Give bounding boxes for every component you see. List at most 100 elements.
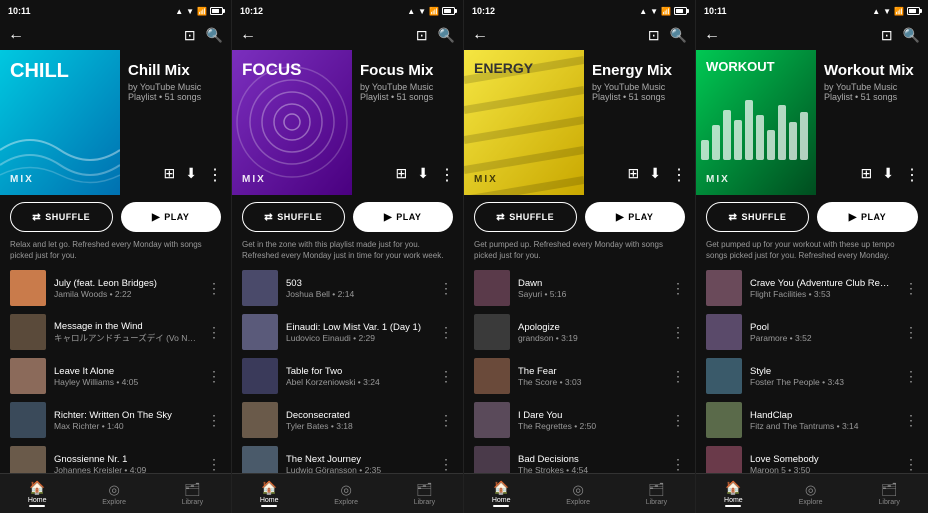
nav-icon: 🏠 — [261, 480, 277, 496]
more-options-icon[interactable]: ⋮ — [671, 165, 687, 185]
download-icon[interactable]: ⬇ — [185, 165, 197, 185]
track-more-icon[interactable]: ⋮ — [671, 368, 685, 385]
nav-item-home[interactable]: 🏠 Home — [724, 480, 743, 507]
cast-icon[interactable]: ⊡ — [416, 27, 428, 44]
more-options-icon[interactable]: ⋮ — [207, 165, 223, 185]
track-name: Style — [750, 366, 896, 377]
back-arrow[interactable]: ← — [240, 26, 256, 44]
track-more-icon[interactable]: ⋮ — [904, 412, 918, 429]
search-icon[interactable]: 🔍 — [438, 27, 455, 44]
hero-actions: ⊞ ⬇ ⋮ — [628, 165, 687, 185]
description: Get pumped up for your workout with thes… — [696, 239, 928, 266]
track-more-icon[interactable]: ⋮ — [207, 368, 221, 385]
track-more-icon[interactable]: ⋮ — [671, 412, 685, 429]
track-item[interactable]: The Fear The Score • 3:03 ⋮ — [464, 354, 695, 398]
track-item[interactable]: Gnossienne Nr. 1 Johannes Kreisler • 4:0… — [0, 442, 231, 473]
track-item[interactable]: Richter: Written On The Sky Max Richter … — [0, 398, 231, 442]
nav-label: Explore — [566, 499, 590, 506]
nav-item-home[interactable]: 🏠 Home — [492, 480, 511, 507]
track-artist: Maroon 5 • 3:50 — [750, 465, 896, 473]
track-more-icon[interactable]: ⋮ — [439, 456, 453, 473]
track-more-icon[interactable]: ⋮ — [671, 456, 685, 473]
search-icon[interactable]: 🔍 — [206, 27, 223, 44]
track-item[interactable]: Deconsecrated Tyler Bates • 3:18 ⋮ — [232, 398, 463, 442]
back-arrow[interactable]: ← — [472, 26, 488, 44]
nav-item-library[interactable]: 🗂 Library — [646, 482, 667, 506]
nav-item-explore[interactable]: ◎ Explore — [566, 482, 590, 506]
wifi2-icon: 📶 — [661, 7, 671, 16]
play-button[interactable]: ▶ PLAY — [817, 202, 918, 232]
track-more-icon[interactable]: ⋮ — [439, 280, 453, 297]
track-more-icon[interactable]: ⋮ — [439, 412, 453, 429]
track-item[interactable]: Love Somebody Maroon 5 • 3:50 ⋮ — [696, 442, 928, 473]
cast-icon[interactable]: ⊡ — [184, 27, 196, 44]
nav-item-home[interactable]: 🏠 Home — [28, 480, 47, 507]
track-more-icon[interactable]: ⋮ — [671, 324, 685, 341]
nav-item-explore[interactable]: ◎ Explore — [799, 482, 823, 506]
track-more-icon[interactable]: ⋮ — [207, 412, 221, 429]
nav-item-explore[interactable]: ◎ Explore — [334, 482, 358, 506]
cast-icon[interactable]: ⊡ — [648, 27, 660, 44]
track-item[interactable]: Crave You (Adventure Club Remix) Flight … — [696, 266, 928, 310]
track-item[interactable]: Leave It Alone Hayley Williams • 4:05 ⋮ — [0, 354, 231, 398]
shuffle-button[interactable]: ⇄ SHUFFLE — [242, 202, 345, 232]
search-icon[interactable]: 🔍 — [670, 27, 687, 44]
nav-item-home[interactable]: 🏠 Home — [260, 480, 279, 507]
cast-icon[interactable]: ⊡ — [881, 27, 893, 44]
track-name: Gnossienne Nr. 1 — [54, 454, 199, 465]
track-more-icon[interactable]: ⋮ — [904, 324, 918, 341]
shuffle-button[interactable]: ⇄ SHUFFLE — [474, 202, 577, 232]
nav-item-explore[interactable]: ◎ Explore — [102, 482, 126, 506]
nav-item-library[interactable]: 🗂 Library — [182, 482, 203, 506]
track-item[interactable]: Bad Decisions The Strokes • 4:54 ⋮ — [464, 442, 695, 473]
track-item[interactable]: Style Foster The People • 3:43 ⋮ — [696, 354, 928, 398]
track-item[interactable]: The Next Journey Ludwig Göransson • 2:35… — [232, 442, 463, 473]
track-item[interactable]: Dawn Sayuri • 5:16 ⋮ — [464, 266, 695, 310]
add-to-library-icon[interactable]: ⊞ — [396, 165, 408, 185]
shuffle-button[interactable]: ⇄ SHUFFLE — [10, 202, 113, 232]
nav-label: Library — [879, 499, 900, 506]
track-more-icon[interactable]: ⋮ — [207, 280, 221, 297]
add-to-library-icon[interactable]: ⊞ — [861, 165, 873, 185]
nav-item-library[interactable]: 🗂 Library — [414, 482, 435, 506]
track-more-icon[interactable]: ⋮ — [439, 324, 453, 341]
track-thumbnail — [474, 270, 510, 306]
track-more-icon[interactable]: ⋮ — [904, 368, 918, 385]
track-item[interactable]: 503 Joshua Bell • 2:14 ⋮ — [232, 266, 463, 310]
track-item[interactable]: July (feat. Leon Bridges) Jamila Woods •… — [0, 266, 231, 310]
cover-art: WORKOUT MIX — [696, 50, 816, 195]
track-thumbnail — [474, 314, 510, 350]
track-item[interactable]: Apologize grandson • 3:19 ⋮ — [464, 310, 695, 354]
track-item[interactable]: I Dare You The Regrettes • 2:50 ⋮ — [464, 398, 695, 442]
add-to-library-icon[interactable]: ⊞ — [628, 165, 640, 185]
back-arrow[interactable]: ← — [704, 26, 720, 44]
shuffle-button[interactable]: ⇄ SHUFFLE — [706, 202, 809, 232]
track-name: HandClap — [750, 410, 896, 421]
track-more-icon[interactable]: ⋮ — [671, 280, 685, 297]
track-item[interactable]: Einaudi: Low Mist Var. 1 (Day 1) Ludovic… — [232, 310, 463, 354]
signal-icon: ▼ — [418, 7, 426, 16]
nav-item-library[interactable]: 🗂 Library — [879, 482, 900, 506]
track-more-icon[interactable]: ⋮ — [439, 368, 453, 385]
play-button[interactable]: ▶ PLAY — [121, 202, 222, 232]
download-icon[interactable]: ⬇ — [417, 165, 429, 185]
track-more-icon[interactable]: ⋮ — [207, 456, 221, 473]
add-to-library-icon[interactable]: ⊞ — [164, 165, 176, 185]
play-button[interactable]: ▶ PLAY — [585, 202, 686, 232]
track-more-icon[interactable]: ⋮ — [904, 456, 918, 473]
track-item[interactable]: HandClap Fitz and The Tantrums • 3:14 ⋮ — [696, 398, 928, 442]
track-more-icon[interactable]: ⋮ — [207, 324, 221, 341]
search-icon[interactable]: 🔍 — [903, 27, 920, 44]
more-options-icon[interactable]: ⋮ — [439, 165, 455, 185]
play-button[interactable]: ▶ PLAY — [353, 202, 454, 232]
status-time: 10:11 — [704, 6, 727, 16]
track-item[interactable]: Message in the Wind キャロルアンドチューズデイ (Vo Na… — [0, 310, 231, 354]
download-icon[interactable]: ⬇ — [882, 165, 894, 185]
download-icon[interactable]: ⬇ — [649, 165, 661, 185]
track-item[interactable]: Pool Paramore • 3:52 ⋮ — [696, 310, 928, 354]
back-arrow[interactable]: ← — [8, 26, 24, 44]
track-item[interactable]: Table for Two Abel Korzeniowski • 3:24 ⋮ — [232, 354, 463, 398]
track-more-icon[interactable]: ⋮ — [904, 280, 918, 297]
more-options-icon[interactable]: ⋮ — [904, 165, 920, 185]
nav-label: Home — [724, 497, 743, 504]
